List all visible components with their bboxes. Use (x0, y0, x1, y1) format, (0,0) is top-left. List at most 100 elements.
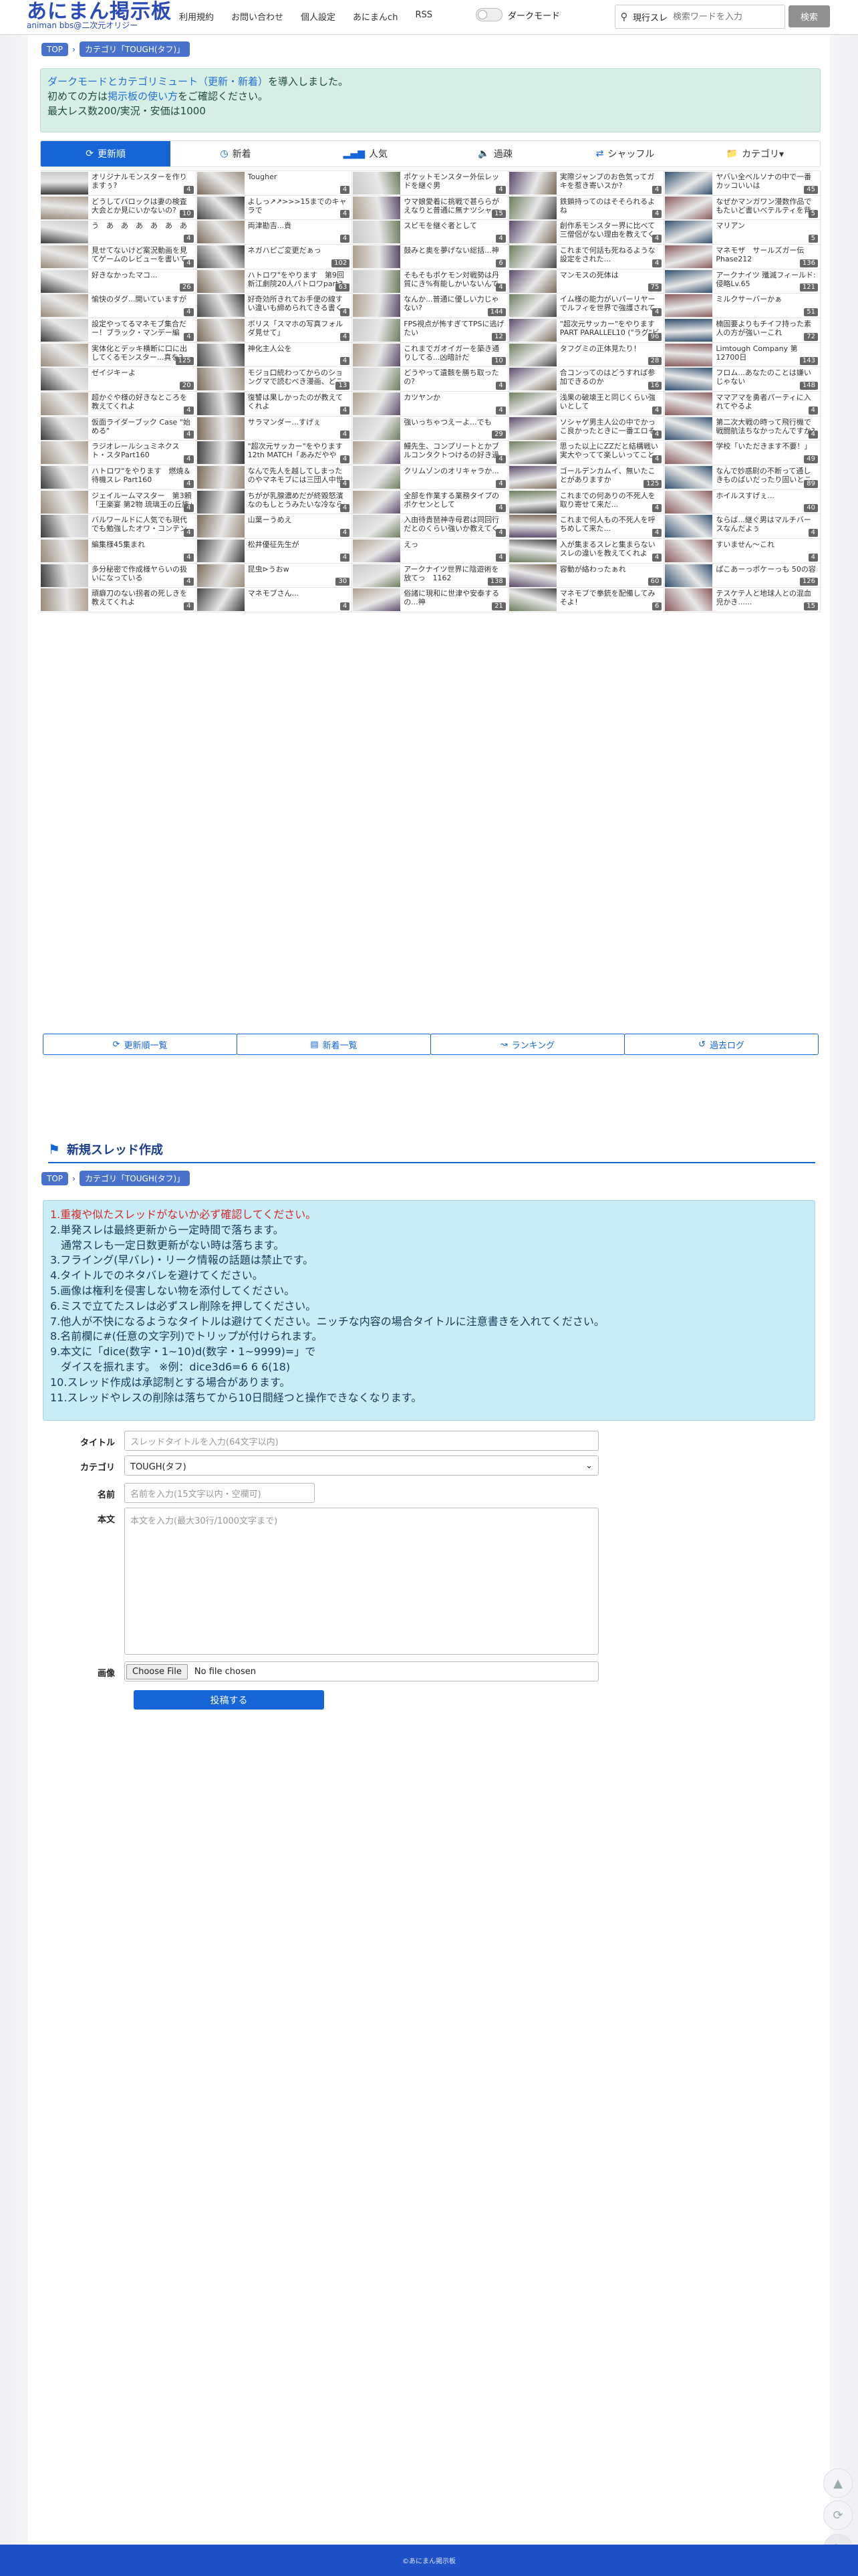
thread-title[interactable]: 愉快のダグ...開いていますが (92, 295, 193, 312)
thread-item[interactable]: FPS視点が怖すぎてTPSに逃げたい 12 (352, 318, 509, 343)
tab-shuffle[interactable]: ⇄ シャッフル (560, 141, 690, 166)
thread-item[interactable]: ウマ娘愛着に挑戦で甚ららがえなりと普通に無ナツシャーヤー15 (352, 195, 509, 221)
nav-animanch[interactable]: あにまんch (353, 10, 398, 23)
thread-item[interactable]: バルワールドに人気でも現代でも勉強したオワ・コンテンツレ4 (40, 514, 196, 540)
thread-thumbnail[interactable] (41, 515, 88, 538)
thread-item[interactable]: アークナイツ世界に陰遊術を放てっ 1162 138 (352, 563, 509, 588)
thread-item[interactable]: テスケテ人と地球人との混血児かき...... 15 (664, 588, 821, 613)
thread-thumbnail[interactable] (509, 245, 557, 269)
thread-thumbnail[interactable] (353, 490, 401, 513)
thread-title[interactable]: FPS視点が怖すぎてTPSに逃げたい (404, 320, 505, 337)
thread-title[interactable]: ママアマを勇者パーティに入れてやるよ (716, 393, 817, 411)
thread-title[interactable]: "超次元サッカー"をやります 12th MATCH「あみだややめ！！」 (248, 442, 349, 459)
thread-thumbnail[interactable] (41, 392, 88, 416)
thread-item[interactable]: 好奇効所きれてお手便の線すい違いも締められてきる書く雑誌なかったよね4 (196, 294, 353, 319)
thread-item[interactable]: これまで何人もの不死人を呼ちめして来た... 4 (508, 514, 665, 540)
thread-thumbnail[interactable] (509, 417, 557, 440)
thread-item[interactable]: 松井優征先生が 4 (196, 539, 353, 564)
thread-title[interactable]: 設定やってるマネモブ集合だー！ブラック・マンデー編 (92, 320, 193, 337)
thread-thumbnail[interactable] (509, 564, 557, 587)
notice-feature-link[interactable]: ダークモードとカテゴリミュート（更新・新着） (47, 76, 268, 88)
breadcrumb-top[interactable]: TOP (41, 1171, 69, 1185)
thread-title[interactable]: 全部を作業する業務タイプのボケセンとして (404, 491, 505, 509)
thread-thumbnail[interactable] (665, 343, 713, 366)
thread-item[interactable]: 見せてないけど案況動画を見てゲームのレビューを書いていいか4 (40, 245, 196, 269)
thread-thumbnail[interactable] (353, 466, 401, 489)
thread-thumbnail[interactable] (665, 294, 713, 318)
thread-item[interactable]: ならば...継ぐ男はマルチバースなんだよぅ 4 (664, 514, 821, 540)
thread-item[interactable]: マネモザ サールズガー伝Phase212 136 (664, 245, 821, 269)
thread-item[interactable]: なぜかマンガワン漫数作品でもたいど書いべテルティを背負い出した...ウンジマ3話… (664, 195, 821, 221)
thread-thumbnail[interactable] (41, 319, 88, 342)
thread-item[interactable]: 編集様45集まれ 4 (40, 539, 196, 564)
thread-item[interactable]: マネモブで拳銃を配備してみそよ！ 6 (508, 588, 665, 613)
thread-thumbnail[interactable] (196, 392, 245, 416)
thread-title[interactable]: 創作系モンスター界に比べて三僧侶がない理由を教えてくれよ (560, 221, 662, 239)
thread-thumbnail[interactable] (41, 441, 88, 465)
thread-thumbnail[interactable] (665, 490, 713, 513)
link-updated-list[interactable]: ⟳ 更新順一覧 (43, 1034, 237, 1055)
thread-title[interactable]: なんで妙惑尉の不断って通しきものばいだったり固いところ強いなんだがマダ酢酢 (716, 467, 817, 484)
thread-title[interactable]: "超次元サッカー"をやりますPART PARALLEL10 ("ラグ"ビーズの世… (560, 320, 662, 337)
thread-title[interactable]: ウマ娘愛着に挑戦で甚ららがえなりと普通に無ナツシャーヤー (404, 197, 505, 215)
thread-title[interactable]: 鼓みと奥を夢げない総括...神 (404, 246, 505, 263)
thread-title[interactable]: どうやって遺骸を勝ち取ったの? (404, 368, 505, 386)
thread-thumbnail[interactable] (665, 588, 713, 612)
thread-item[interactable]: ハトロワ"をやります 第9回新江劇院20人バトロワpart3 63 (196, 269, 353, 294)
thread-item[interactable]: ポケットモンスター外伝レッドを継ぐ男 4 (352, 171, 509, 196)
thread-title[interactable]: クリムゾンのオリキャラか... (404, 467, 505, 484)
thread-title[interactable]: 思った以上にZZだと結構戦い実大やってて楽しいってことあるじゃない (560, 442, 662, 459)
thread-thumbnail[interactable] (353, 269, 401, 293)
thread-thumbnail[interactable] (41, 294, 88, 318)
thread-thumbnail[interactable] (196, 221, 245, 244)
thread-title[interactable]: 山葉ーうめえ (248, 515, 349, 533)
thread-thumbnail[interactable] (353, 196, 401, 219)
thread-item[interactable]: ぱこあーっポケーっも 50の容 126 (664, 563, 821, 588)
thread-thumbnail[interactable] (665, 515, 713, 538)
thread-thumbnail[interactable] (353, 540, 401, 563)
thread-item[interactable]: 昆虫⊳うおw 30 (196, 563, 353, 588)
nav-rss[interactable]: RSS (415, 10, 432, 23)
thread-thumbnail[interactable] (353, 245, 401, 269)
thread-item[interactable]: 鰻先生、コンプリートとかブルコンタクトつけるの好き過ぎじゃないスか?4 (352, 441, 509, 466)
thread-item[interactable]: 設定やってるマネモブ集合だー！ブラック・マンデー編 4 (40, 318, 196, 343)
thread-title[interactable]: ソシャゲ男主人公の中でかっこ良かったときに一番エロそうなやつって...... (560, 418, 662, 435)
thread-item[interactable]: ゼイジキーよ 20 (40, 367, 196, 392)
breadcrumb-category[interactable]: カテゴリ「TOUGH(タフ)」 (79, 1171, 190, 1186)
thread-title[interactable]: オリジナルモンスターを作りますぅ? (92, 172, 193, 190)
thread-thumbnail[interactable] (353, 515, 401, 538)
thread-item[interactable]: 浅果の破壊王と同じくらい強いとして 4 (508, 392, 665, 417)
thread-item[interactable]: 創作系モンスター界に比べて三僧侶がない理由を教えてくれよ4 (508, 220, 665, 245)
thread-thumbnail[interactable] (41, 588, 88, 612)
thread-title[interactable]: ボリス「スマホの写真フォルダ見せて」 (248, 320, 349, 337)
thread-title[interactable]: 昆虫⊳うおw (248, 565, 349, 582)
thread-title[interactable]: 復讐は果しかったのが教えてくれよ (248, 393, 349, 411)
thread-thumbnail[interactable] (196, 515, 245, 538)
thread-title[interactable]: 仮面ライダーブック Case "始める" (92, 418, 193, 435)
thread-item[interactable]: ラジオレールシュミネクスト・スタPart160 4 (40, 441, 196, 466)
thread-item[interactable]: タフグミの正体見たり！ 28 (508, 342, 665, 368)
thread-title[interactable]: 容動が絡わったぁれ (560, 565, 662, 582)
thread-thumbnail[interactable] (196, 245, 245, 269)
thread-thumbnail[interactable] (353, 564, 401, 587)
thread-item[interactable]: これまで何話も死ねるような設定をされた... 4 (508, 245, 665, 269)
thread-thumbnail[interactable] (509, 221, 557, 244)
tab-popular[interactable]: ▂▄▆ 人気 (300, 141, 430, 166)
thread-item[interactable]: 好きなかったマコ... 26 (40, 269, 196, 294)
thread-title[interactable]: なぜかマンガワン漫数作品でもたいど書いべテルティを背負い出した...ウンジマ3話… (716, 197, 817, 215)
thread-thumbnail[interactable] (41, 245, 88, 269)
breadcrumb-top[interactable]: TOP (41, 42, 69, 56)
search-kind[interactable]: 現行スレ (633, 11, 673, 23)
thread-thumbnail[interactable] (665, 466, 713, 489)
thread-thumbnail[interactable] (196, 196, 245, 219)
thread-thumbnail[interactable] (509, 343, 557, 366)
thread-item[interactable]: マネモブさん... 4 (196, 588, 353, 613)
choose-file-button[interactable]: Choose File (126, 1663, 188, 1679)
thread-thumbnail[interactable] (353, 392, 401, 416)
thread-thumbnail[interactable] (509, 441, 557, 465)
thread-title[interactable]: そもそもポケモン対戦勢は丹質にき%有能しかいないんですよ (404, 271, 505, 288)
site-logo[interactable]: あにまん掲示板 animan bbs@二次元オリジー (27, 1, 172, 30)
thread-title[interactable]: イム様の能力がいパーリヤーでルフィを世界で強護されているってことはーニ... (560, 295, 662, 312)
thread-title[interactable]: タフグミの正体見たり！ (560, 344, 662, 362)
thread-title[interactable]: 松井優征先生が (248, 540, 349, 558)
